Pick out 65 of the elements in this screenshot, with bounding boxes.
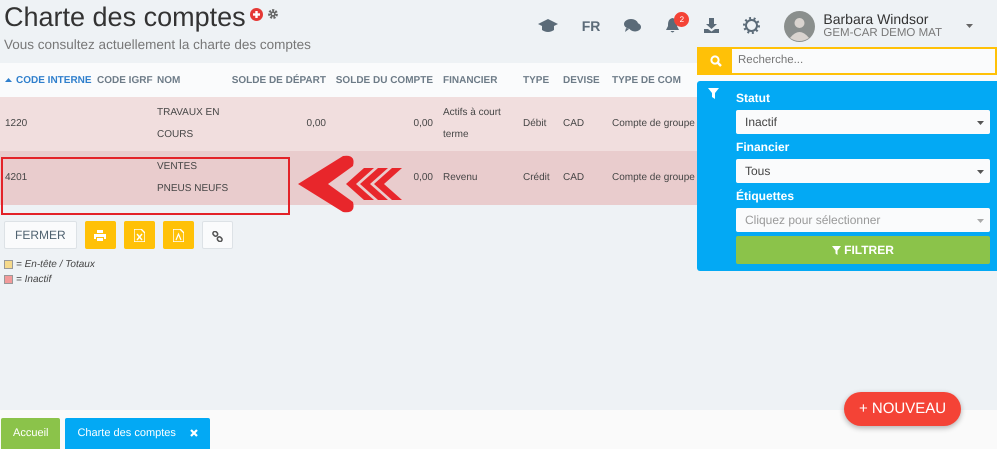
column-header[interactable]: CODE INTERNE — [2, 63, 95, 98]
table-cell: Compte de groupe — [612, 172, 695, 184]
table-cell: CAD — [563, 118, 584, 130]
table-cell: VENTES PNEUS NEUFS — [157, 161, 228, 194]
settings-icon[interactable] — [266, 8, 279, 20]
table-cell: Crédit — [523, 172, 550, 184]
column-header[interactable]: TYPE — [520, 63, 552, 98]
close-button[interactable]: FERMER — [4, 221, 77, 250]
filter-icon — [832, 246, 842, 254]
page-subtitle: Vous consultez actuellement la charte des comptes — [4, 36, 311, 54]
caret-icon — [977, 218, 984, 223]
table-cell: 0,00 — [414, 118, 433, 130]
caret-icon[interactable] — [966, 24, 973, 28]
column-header[interactable]: TYPE DE COM — [609, 63, 684, 98]
company-name: GEM-CAR DEMO MAT — [823, 27, 942, 41]
settings-icon[interactable] — [743, 17, 760, 34]
search-field[interactable]: Recherche... — [697, 47, 997, 75]
table-cell: 0,00 — [306, 118, 326, 130]
filter-button[interactable]: FILTRER — [736, 236, 990, 264]
link-icon — [212, 230, 223, 242]
user-name[interactable]: Barbara Windsor — [823, 11, 942, 28]
search-icon — [710, 55, 722, 67]
sort-ascending-icon — [5, 78, 12, 82]
caret-icon — [977, 120, 984, 125]
table-cell: 1220 — [5, 118, 28, 130]
column-header[interactable]: DEVISE — [560, 63, 603, 98]
table-cell: 4201 — [5, 172, 28, 184]
legend-label: = En-tête / Totaux — [16, 258, 95, 272]
caret-icon — [977, 170, 984, 174]
column-header[interactable]: SOLDE DU COMPTE — [332, 63, 436, 98]
dropdown-field[interactable]: Tous — [736, 159, 990, 183]
legend-label: = Inactif — [16, 273, 52, 288]
table-cell: Revenu — [443, 172, 478, 184]
close-icon[interactable] — [190, 429, 198, 438]
tab[interactable]: Accueil — [1, 418, 60, 449]
download-icon[interactable] — [704, 18, 720, 34]
table-cell: Débit — [523, 118, 546, 130]
column-header[interactable]: FINANCIER — [440, 63, 500, 98]
notification-badge: 2 — [674, 12, 690, 27]
filter-icon — [708, 88, 719, 99]
field-label: Statut — [736, 90, 771, 107]
printer-icon — [94, 230, 106, 241]
field-label: Étiquettes — [736, 188, 796, 205]
column-header[interactable]: CODE IGRF — [94, 63, 156, 98]
pdf-file-icon — [172, 228, 184, 242]
field-label: Financier — [736, 139, 790, 156]
graduation-cap-icon[interactable] — [538, 18, 558, 33]
add-icon[interactable] — [250, 8, 263, 21]
chat-icon[interactable] — [624, 19, 642, 32]
column-header[interactable]: NOM — [154, 63, 184, 98]
link-button[interactable] — [202, 221, 233, 250]
table-cell: TRAVAUX EN COURS — [157, 107, 220, 140]
table-cell: 0,00 — [414, 172, 433, 184]
dropdown-field[interactable]: Cliquez pour sélectionner — [736, 208, 990, 232]
language-selector[interactable]: FR — [582, 16, 600, 36]
page-title: Charte des comptes — [4, 4, 246, 31]
excel-file-icon — [134, 228, 145, 242]
dropdown-field[interactable]: Inactif — [736, 110, 990, 134]
table-cell: CAD — [563, 172, 584, 184]
avatar[interactable] — [784, 10, 816, 42]
new-button[interactable]: + NOUVEAU — [844, 392, 962, 426]
column-header[interactable]: SOLDE DE DÉPART — [228, 63, 329, 98]
tab[interactable]: Charte des comptes — [65, 418, 210, 449]
table-cell: Compte de groupe — [612, 118, 695, 130]
table-cell: Actifs à court terme — [443, 107, 501, 140]
